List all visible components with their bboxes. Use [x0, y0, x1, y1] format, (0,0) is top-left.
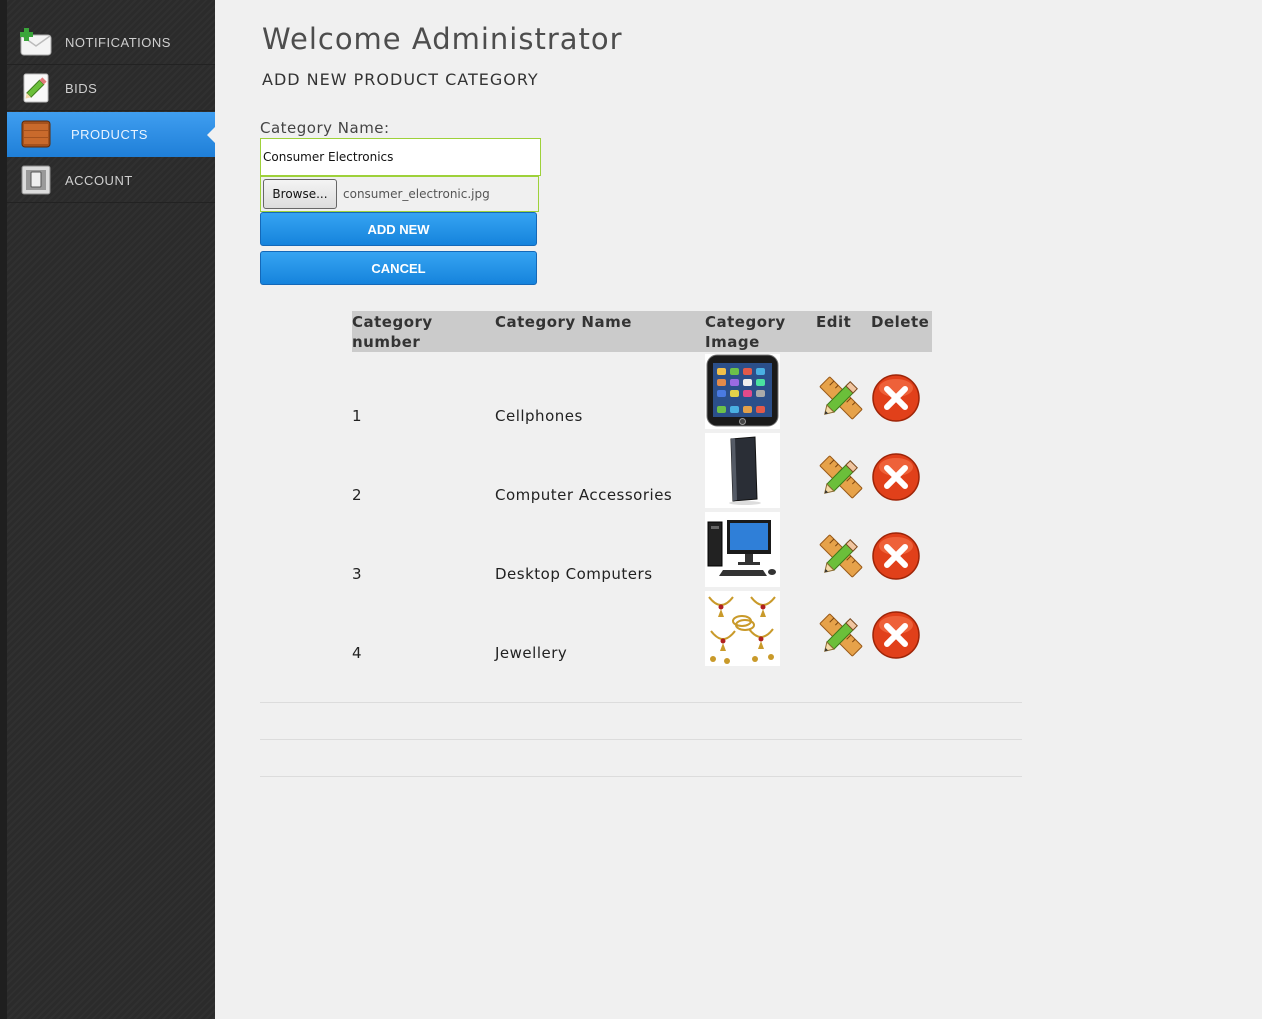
cancel-button[interactable]: CANCEL: [260, 251, 537, 285]
sidebar-item-notifications[interactable]: NOTIFICATIONS: [7, 20, 215, 65]
delete-icon[interactable]: [871, 373, 921, 423]
external-drive-icon: [705, 433, 780, 508]
delete-icon[interactable]: [871, 452, 921, 502]
delete-cell: [871, 510, 932, 589]
category-number: 3: [352, 565, 363, 583]
category-table: Category number Category Name Category I…: [352, 311, 932, 668]
page-title: Welcome Administrator: [262, 22, 623, 56]
category-image-cell: [705, 589, 816, 668]
table-row: 3 Desktop Computers: [352, 510, 932, 589]
notifications-icon: [20, 26, 52, 58]
edit-icon[interactable]: [816, 531, 866, 581]
edit-cell: [816, 510, 871, 589]
divider: [260, 776, 1022, 777]
category-image-cell: [705, 352, 816, 431]
sidebar-item-products[interactable]: PRODUCTS: [7, 112, 215, 157]
edit-icon[interactable]: [816, 373, 866, 423]
file-upload-field: Browse... consumer_electronic.jpg: [260, 176, 539, 212]
delete-icon[interactable]: [871, 610, 921, 660]
bids-icon: [20, 72, 52, 104]
section-title: ADD NEW PRODUCT CATEGORY: [262, 70, 539, 89]
delete-cell: [871, 352, 932, 431]
file-name: consumer_electronic.jpg: [343, 187, 490, 201]
category-name: Jewellery: [495, 644, 568, 662]
header-delete: Delete: [871, 311, 932, 352]
add-new-button[interactable]: ADD NEW: [260, 212, 537, 246]
category-number: 1: [352, 407, 363, 425]
category-name: Desktop Computers: [495, 565, 653, 583]
active-indicator: [207, 127, 215, 143]
divider: [260, 739, 1022, 740]
sidebar: NOTIFICATIONS BIDS PRODUCTS ACCOUNT: [0, 0, 215, 1019]
sidebar-item-label: ACCOUNT: [65, 173, 133, 188]
category-name: Computer Accessories: [495, 486, 673, 504]
header-edit: Edit: [816, 311, 871, 352]
account-icon: [20, 164, 52, 196]
delete-cell: [871, 431, 932, 510]
table-row: 4 Jewellery: [352, 589, 932, 668]
sidebar-edge: [0, 0, 7, 1019]
category-name-input[interactable]: [260, 138, 541, 176]
jewellery-icon: [705, 591, 780, 666]
category-name: Cellphones: [495, 407, 583, 425]
desktop-computer-icon: [705, 512, 780, 587]
header-category-name: Category Name: [495, 311, 705, 352]
category-image-cell: [705, 510, 816, 589]
edit-icon[interactable]: [816, 452, 866, 502]
products-icon: [20, 118, 52, 150]
category-number: 4: [352, 644, 363, 662]
delete-cell: [871, 589, 932, 668]
delete-icon[interactable]: [871, 531, 921, 581]
cellphone-icon: [705, 354, 780, 429]
table-row: 1 Cellphones: [352, 352, 932, 431]
sidebar-item-label: NOTIFICATIONS: [65, 35, 171, 50]
header-category-image: Category Image: [705, 311, 816, 352]
sidebar-item-bids[interactable]: BIDS: [7, 66, 215, 111]
table-header-row: Category number Category Name Category I…: [352, 311, 932, 352]
category-image-cell: [705, 431, 816, 510]
header-category-number: Category number: [352, 311, 495, 352]
category-number: 2: [352, 486, 363, 504]
category-name-label: Category Name:: [260, 119, 390, 137]
edit-cell: [816, 431, 871, 510]
edit-cell: [816, 352, 871, 431]
sidebar-item-label: BIDS: [65, 81, 98, 96]
sidebar-item-account[interactable]: ACCOUNT: [7, 158, 215, 203]
edit-cell: [816, 589, 871, 668]
edit-icon[interactable]: [816, 610, 866, 660]
browse-button[interactable]: Browse...: [263, 179, 337, 209]
divider: [260, 702, 1022, 703]
sidebar-item-label: PRODUCTS: [71, 127, 148, 142]
table-row: 2 Computer Accessories: [352, 431, 932, 510]
